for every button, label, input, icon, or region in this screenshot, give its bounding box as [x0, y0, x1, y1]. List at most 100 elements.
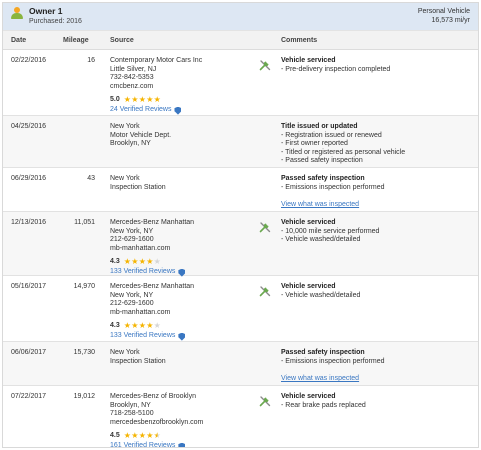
source-line: mercedesbenzofbrooklyn.com — [110, 418, 204, 426]
verified-reviews-link[interactable]: 133 Verified Reviews — [110, 332, 258, 341]
row-source: Contemporary Motor Cars Inc Little Silver… — [110, 57, 258, 115]
star-rating-icon: ★★★★★ — [123, 94, 162, 104]
source-line: Inspection Station — [110, 357, 166, 365]
star-rating-icon: ★★★★★ — [123, 256, 162, 266]
comment-title: Title issued or updated — [281, 123, 358, 130]
dealer-rating: 4.5 ★★★★★ — [110, 431, 258, 440]
verified-reviews-label: 133 Verified Reviews — [110, 332, 176, 340]
comment-item: - Titled or registered as personal vehic… — [281, 148, 406, 156]
mileage-per-year: 16,573 mi/yr — [431, 17, 470, 24]
source-line: New York, NY — [110, 227, 154, 235]
source-line: Contemporary Motor Cars Inc — [110, 57, 203, 64]
source-line: Mercedes-Benz Manhattan — [110, 283, 195, 290]
wrench-screwdriver-icon — [259, 59, 271, 71]
source-line: mb-manhattan.com — [110, 308, 171, 316]
comment-item: - Emissions inspection performed — [281, 357, 385, 365]
table-row: 04/25/2016 New York Motor Vehicle Dept. Bro… — [3, 116, 478, 168]
row-mileage: 19,012 — [73, 393, 95, 400]
person-icon — [11, 7, 23, 19]
source-line: Inspection Station — [110, 183, 166, 191]
row-source: New York Motor Vehicle Dept. Brooklyn, NY — [110, 123, 258, 149]
owner-header: Owner 1 Purchased: 2016 Personal Vehicle… — [3, 3, 478, 30]
row-date: 12/13/2016 — [11, 219, 47, 226]
row-comments: Passed safety inspection - Emissions insp… — [281, 175, 475, 210]
comment-item: - 10,000 mile service performed — [281, 227, 380, 235]
source-line: New York, NY — [110, 291, 154, 299]
comment-item: - Pre-delivery inspection completed — [281, 65, 391, 73]
view-inspection-link[interactable]: View what was inspected — [281, 375, 475, 384]
dealer-rating: 4.3 ★★★★★ — [110, 257, 258, 266]
rating-value: 4.3 — [110, 257, 120, 265]
star-rating-icon: ★★★★★ — [123, 430, 162, 440]
comment-title: Vehicle serviced — [281, 393, 336, 400]
source-line: Little Silver, NJ — [110, 65, 157, 73]
comment-item: - Vehicle washed/detailed — [281, 236, 361, 244]
row-mileage: 16 — [87, 57, 95, 64]
owner-purchased: Purchased: 2016 — [29, 18, 82, 25]
column-source: Source — [110, 37, 134, 44]
row-mileage: 43 — [87, 175, 95, 182]
vehicle-history-panel: Owner 1 Purchased: 2016 Personal Vehicle… — [2, 2, 479, 448]
comment-item: - First owner reported — [281, 140, 348, 148]
row-comments: Passed safety inspection - Emissions insp… — [281, 349, 475, 384]
source-line: New York — [110, 349, 140, 356]
dealer-rating: 4.3 ★★★★★ — [110, 321, 258, 330]
wrench-screwdriver-icon — [259, 221, 271, 233]
comment-item: - Registration issued or renewed — [281, 131, 382, 139]
source-line: mb-manhattan.com — [110, 244, 171, 252]
source-line: Brooklyn, NY — [110, 140, 151, 148]
source-line: 732-842-5353 — [110, 74, 154, 82]
rating-value: 5.0 — [110, 95, 120, 103]
row-comments: Vehicle serviced - Rear brake pads replac… — [281, 393, 475, 410]
source-line: 212-629-1600 — [110, 300, 154, 308]
row-comments: Vehicle serviced - Pre-delivery inspectio… — [281, 57, 475, 74]
source-line: 718-258-5100 — [110, 410, 154, 418]
history-rows: 02/22/2016 16 Contemporary Motor Cars Inc L… — [3, 50, 478, 448]
row-comments: Vehicle serviced - 10,000 mile service pe… — [281, 219, 475, 245]
table-row: 06/06/2017 15,730 New York Inspection Stati… — [3, 342, 478, 386]
source-line: 212-629-1600 — [110, 236, 154, 244]
source-line: Brooklyn, NY — [110, 401, 151, 409]
row-date: 07/22/2017 — [11, 393, 47, 400]
row-source: Mercedes-Benz of Brooklyn Brooklyn, NY 718… — [110, 393, 258, 448]
comment-title: Passed safety inspection — [281, 349, 365, 356]
row-date: 04/25/2016 — [11, 123, 47, 130]
source-line: Motor Vehicle Dept. — [110, 131, 172, 139]
column-date: Date — [11, 37, 27, 44]
row-source: New York Inspection Station — [110, 349, 258, 366]
comment-title: Vehicle serviced — [281, 219, 336, 226]
source-line: Mercedes-Benz Manhattan — [110, 219, 195, 226]
row-source: Mercedes-Benz Manhattan New York, NY 212-6… — [110, 283, 258, 341]
comment-title: Vehicle serviced — [281, 283, 336, 290]
comment-title: Passed safety inspection — [281, 175, 365, 182]
row-comments: Title issued or updated - Registration is… — [281, 123, 475, 166]
wrench-screwdriver-icon — [259, 395, 271, 407]
row-source: Mercedes-Benz Manhattan New York, NY 212-6… — [110, 219, 258, 277]
verified-reviews-label: 161 Verified Reviews — [110, 442, 176, 448]
wrench-screwdriver-icon — [259, 285, 271, 297]
verified-reviews-link[interactable]: 24 Verified Reviews — [110, 106, 258, 115]
row-mileage: 15,730 — [73, 349, 95, 356]
row-mileage: 14,970 — [73, 283, 95, 290]
table-row: 07/22/2017 19,012 Mercedes-Benz of Brookly… — [3, 386, 478, 448]
star-rating-icon: ★★★★★ — [123, 320, 162, 330]
owner-title: Owner 1 — [29, 6, 63, 16]
row-source: New York Inspection Station — [110, 175, 258, 192]
column-mileage: Mileage — [63, 37, 89, 44]
verified-reviews-label: 24 Verified Reviews — [110, 106, 172, 114]
vehicle-type: Personal Vehicle — [417, 8, 470, 15]
row-date: 05/16/2017 — [11, 283, 47, 290]
table-row: 05/16/2017 14,970 Mercedes-Benz Manhattan N… — [3, 276, 478, 342]
row-date: 06/29/2016 — [11, 175, 47, 182]
source-line: New York — [110, 175, 140, 182]
rating-value: 4.3 — [110, 321, 120, 329]
verified-reviews-link[interactable]: 161 Verified Reviews — [110, 442, 258, 448]
view-inspection-link[interactable]: View what was inspected — [281, 201, 475, 210]
verified-shield-icon — [178, 442, 186, 447]
row-date: 06/06/2017 — [11, 349, 47, 356]
row-comments: Vehicle serviced - Vehicle washed/detaile… — [281, 283, 475, 300]
comment-item: - Passed safety inspection — [281, 157, 363, 165]
row-mileage: 11,051 — [74, 219, 95, 226]
verified-shield-icon — [174, 106, 182, 115]
row-date: 02/22/2016 — [11, 57, 47, 64]
